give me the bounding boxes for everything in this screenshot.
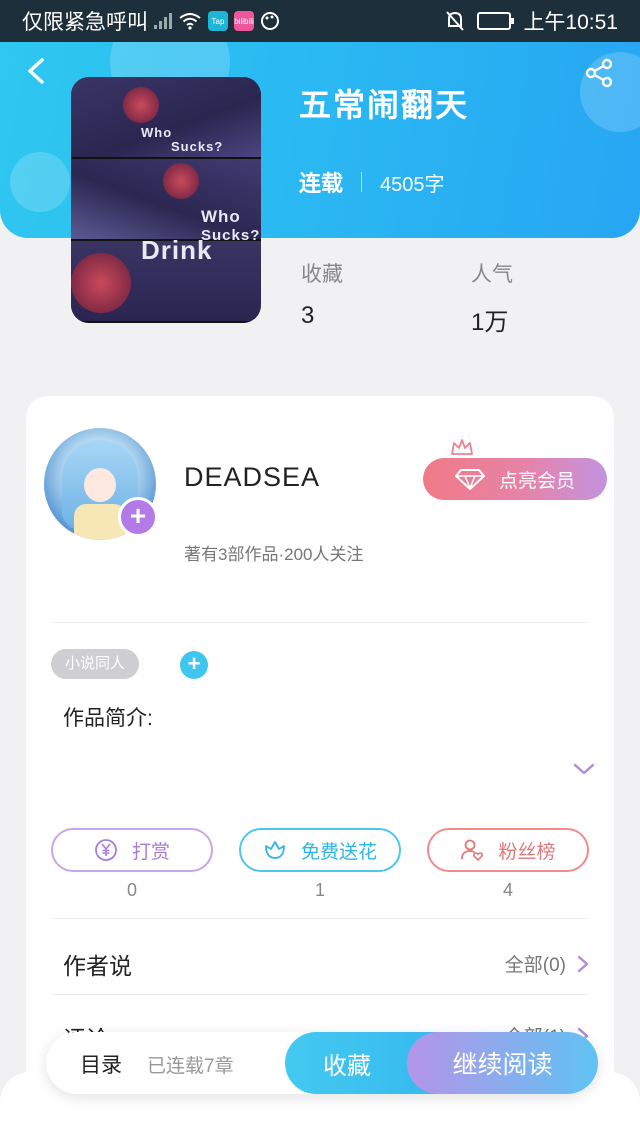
- add-tag-button[interactable]: +: [180, 651, 208, 679]
- fan-count: 4: [502, 880, 513, 900]
- cover-mask-shape: [71, 253, 131, 313]
- yen-coin-icon: [95, 839, 117, 861]
- send-flower-button[interactable]: 免费送花: [239, 828, 401, 872]
- author-notes-all-link[interactable]: 全部(0): [505, 950, 590, 977]
- reward-button[interactable]: 打赏: [51, 828, 213, 872]
- wifi-icon: [179, 13, 201, 30]
- chapter-status: 已连载7章: [147, 1056, 234, 1077]
- divider: [52, 994, 588, 995]
- taptap-app-icon: Tap: [208, 11, 228, 31]
- author-name[interactable]: DEADSEA: [184, 462, 320, 493]
- share-icon: [585, 58, 613, 88]
- plus-icon: +: [129, 500, 147, 531]
- author-notes-count: 全部(0): [504, 955, 566, 976]
- category-tag[interactable]: 小说同人: [51, 649, 140, 679]
- chevron-left-icon: [28, 58, 44, 84]
- popularity-stat: 人气 1万: [471, 258, 513, 337]
- word-count: 4505字: [380, 173, 445, 196]
- crown-icon: [451, 439, 473, 455]
- cover-mask-shape: [163, 163, 199, 199]
- status-bar: 仅限紧急呼叫 Tap bilibili 上午10:51: [0, 0, 640, 42]
- vip-membership-button[interactable]: 点亮会员: [423, 458, 607, 500]
- palette-icon: [261, 12, 279, 30]
- cover-mask-shape: [123, 87, 159, 123]
- favorites-label: 收藏: [301, 263, 343, 286]
- decor-bubble: [10, 152, 70, 212]
- flower-icon: [265, 841, 285, 859]
- author-notes-label: 作者说: [63, 953, 132, 979]
- avatar-face: [84, 468, 116, 502]
- favorites-button-label: 收藏: [323, 1052, 371, 1080]
- book-title: 五常闹翻天: [299, 87, 470, 123]
- follow-author-button[interactable]: +: [118, 497, 158, 537]
- flower-count: 1: [314, 880, 325, 900]
- divider: [52, 622, 588, 623]
- cover-text: Sucks?: [171, 139, 224, 154]
- divider: [52, 918, 588, 919]
- favorites-value: 3: [301, 302, 315, 329]
- share-button[interactable]: [584, 58, 614, 88]
- cover-text: Who: [201, 207, 241, 226]
- author-meta: 著有3部作品·200人关注: [184, 545, 364, 564]
- clock-time: 上午10:51: [523, 11, 618, 34]
- serial-status: 连载: [299, 171, 344, 196]
- book-cover[interactable]: Who Sucks? Who Sucks? Drink: [71, 77, 261, 323]
- send-flower-label: 免费送花: [300, 841, 377, 863]
- battery-icon: [477, 12, 515, 30]
- book-status-line: 连载 4505字: [299, 166, 445, 198]
- carrier-text: 仅限紧急呼叫: [22, 11, 148, 34]
- synopsis-label: 作品简介:: [63, 707, 153, 730]
- cover-text: Who: [141, 125, 173, 140]
- popularity-label: 人气: [471, 263, 513, 286]
- divider: [361, 172, 363, 192]
- chevron-down-icon[interactable]: [572, 760, 596, 778]
- mute-bell-icon: [446, 11, 465, 31]
- reward-label: 打赏: [131, 841, 170, 863]
- fan-heart-icon: [461, 839, 484, 862]
- plus-icon: +: [187, 651, 201, 676]
- diamond-icon: [454, 469, 485, 490]
- chevron-right-icon: [577, 955, 589, 972]
- cover-panel: Who Sucks?: [71, 159, 261, 244]
- cover-panel: Drink: [71, 235, 261, 323]
- cover-text: Drink: [141, 235, 213, 265]
- cover-panel: Who Sucks?: [71, 77, 261, 159]
- table-of-contents-button[interactable]: 目录: [80, 1049, 122, 1079]
- continue-reading-button[interactable]: 继续阅读: [407, 1032, 598, 1094]
- vip-button-label: 点亮会员: [498, 470, 575, 492]
- fan-ranking-label: 粉丝榜: [498, 841, 556, 863]
- continue-reading-label: 继续阅读: [452, 1051, 553, 1079]
- signal-icon: [154, 13, 172, 29]
- bilibili-app-icon: bilibili: [234, 11, 254, 31]
- back-button[interactable]: [22, 56, 52, 86]
- reward-count: 0: [126, 880, 137, 900]
- popularity-value: 1万: [471, 309, 509, 336]
- fan-ranking-button[interactable]: 粉丝榜: [427, 828, 589, 872]
- favorites-stat: 收藏 3: [301, 258, 343, 330]
